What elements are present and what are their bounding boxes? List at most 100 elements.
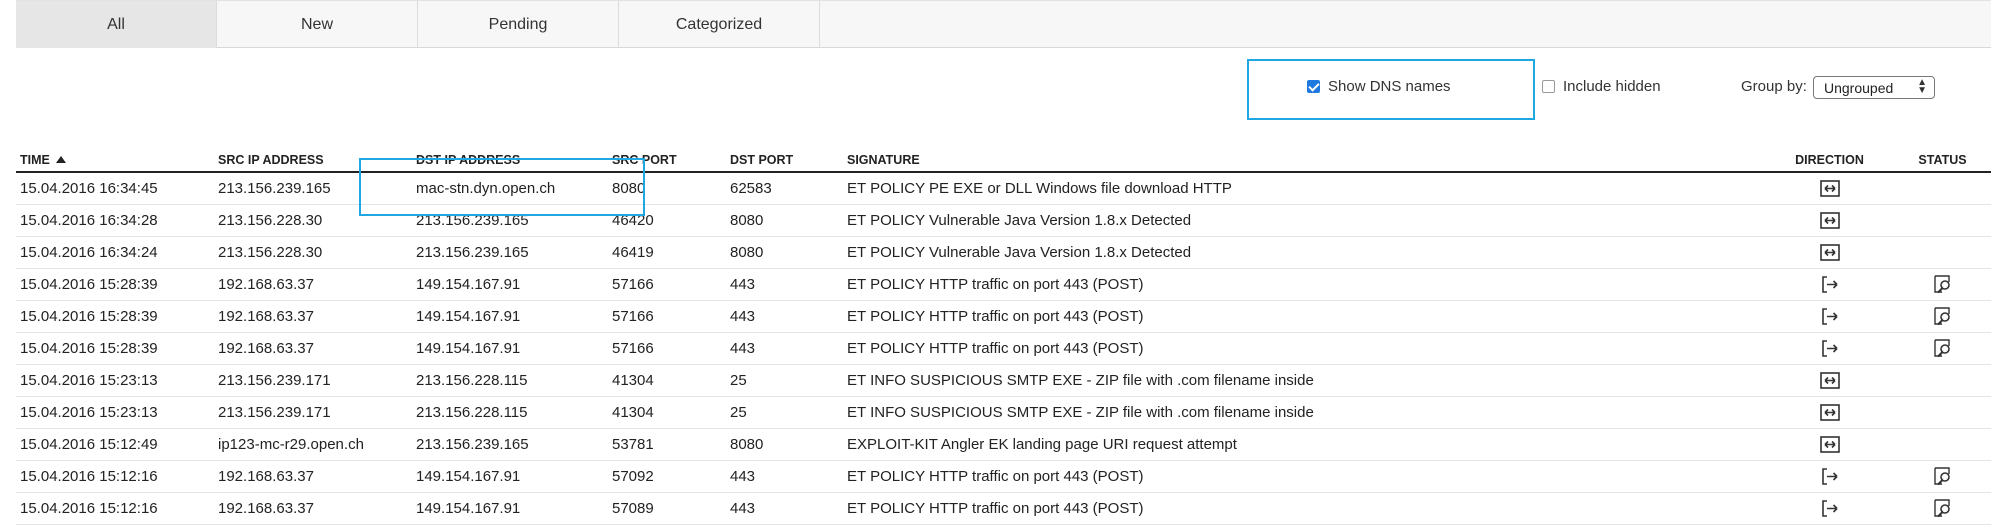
status-cell (1890, 236, 1991, 269)
column-dst-port[interactable]: DST PORT (726, 148, 843, 173)
signature-cell: ET POLICY PE EXE or DLL Windows file dow… (843, 172, 1765, 205)
src-port-cell: 57092 (608, 460, 726, 493)
status-cell (1890, 300, 1991, 333)
status-cell (1890, 460, 1991, 493)
bidirectional-arrow-icon (1819, 212, 1840, 230)
direction-cell (1765, 236, 1890, 269)
include-hidden-checkbox[interactable] (1542, 80, 1555, 93)
bidirectional-arrow-icon (1819, 436, 1840, 454)
src-port-cell: 41304 (608, 364, 726, 397)
table-row[interactable]: 15.04.2016 16:34:24 213.156.228.30 213.156… (16, 236, 1991, 269)
table-row[interactable]: 15.04.2016 15:12:16 192.168.63.37 149.154.… (16, 460, 1991, 493)
table-body: 15.04.2016 16:34:45 213.156.239.165 mac-st… (16, 172, 1991, 525)
column-direction[interactable]: DIRECTION (1765, 148, 1890, 173)
dst-ip-cell: 149.154.167.91 (412, 460, 608, 493)
column-status[interactable]: STATUS (1890, 148, 1991, 173)
direction-cell (1765, 428, 1890, 461)
direction-cell (1765, 492, 1890, 525)
direction-cell (1765, 460, 1890, 493)
tab-all[interactable]: All (16, 1, 217, 48)
status-cell (1890, 332, 1991, 365)
direction-cell (1765, 364, 1890, 397)
time-cell: 15.04.2016 15:23:13 (16, 396, 214, 429)
direction-cell (1765, 172, 1890, 205)
dst-port-cell: 443 (726, 492, 843, 525)
dst-port-cell: 8080 (726, 236, 843, 269)
table-row[interactable]: 15.04.2016 15:23:13 213.156.239.171 213.15… (16, 364, 1991, 397)
show-dns-checkbox[interactable] (1307, 80, 1320, 93)
time-cell: 15.04.2016 15:23:13 (16, 364, 214, 397)
signature-cell: ET POLICY Vulnerable Java Version 1.8.x … (843, 204, 1765, 237)
bidirectional-arrow-icon (1819, 244, 1840, 262)
outbound-arrow-icon (1820, 500, 1840, 518)
src-port-cell: 46420 (608, 204, 726, 237)
tab-pending[interactable]: Pending (418, 1, 619, 48)
dst-port-cell: 8080 (726, 204, 843, 237)
dst-port-cell: 443 (726, 460, 843, 493)
dst-ip-cell: 149.154.167.91 (412, 300, 608, 333)
src-port-cell: 57089 (608, 492, 726, 525)
src-ip-cell: 192.168.63.37 (214, 492, 412, 525)
signature-cell: ET POLICY Vulnerable Java Version 1.8.x … (843, 236, 1765, 269)
src-port-cell: 57166 (608, 332, 726, 365)
src-ip-cell: 213.156.228.30 (214, 236, 412, 269)
bidirectional-arrow-icon (1819, 372, 1840, 390)
time-cell: 15.04.2016 16:34:28 (16, 204, 214, 237)
dst-ip-cell: 213.156.239.165 (412, 204, 608, 237)
src-port-cell: 57166 (608, 300, 726, 333)
table-row[interactable]: 15.04.2016 15:12:16 192.168.63.37 149.154.… (16, 492, 1991, 525)
dst-ip-cell: 213.156.239.165 (412, 428, 608, 461)
dst-ip-cell: 149.154.167.91 (412, 268, 608, 301)
table-row[interactable]: 15.04.2016 15:12:49 ip123-mc-r29.open.ch 2… (16, 428, 1991, 461)
table-row[interactable]: 15.04.2016 16:34:45 213.156.239.165 mac-st… (16, 172, 1991, 205)
inspect-magnifier-icon[interactable] (1933, 467, 1953, 486)
inspect-magnifier-icon[interactable] (1933, 275, 1953, 294)
group-by-value: Ungrouped (1824, 79, 1894, 96)
status-cell (1890, 428, 1991, 461)
src-ip-cell: 192.168.63.37 (214, 300, 412, 333)
table-row[interactable]: 15.04.2016 16:34:28 213.156.228.30 213.156… (16, 204, 1991, 237)
table-row[interactable]: 15.04.2016 15:28:39 192.168.63.37 149.154.… (16, 332, 1991, 365)
time-cell: 15.04.2016 16:34:24 (16, 236, 214, 269)
time-cell: 15.04.2016 15:12:16 (16, 460, 214, 493)
src-port-cell: 8080 (608, 172, 726, 205)
inspect-magnifier-icon[interactable] (1933, 339, 1953, 358)
include-hidden-option[interactable]: Include hidden (1542, 78, 1661, 95)
src-ip-cell: 213.156.239.171 (214, 396, 412, 429)
column-time[interactable]: TIME (16, 148, 214, 173)
column-dst-ip[interactable]: DST IP ADDRESS (412, 148, 608, 173)
src-ip-cell: 192.168.63.37 (214, 268, 412, 301)
show-dns-label: Show DNS names (1328, 78, 1451, 95)
outbound-arrow-icon (1820, 468, 1840, 486)
signature-cell: ET INFO SUSPICIOUS SMTP EXE - ZIP file w… (843, 364, 1765, 397)
signature-cell: ET INFO SUSPICIOUS SMTP EXE - ZIP file w… (843, 396, 1765, 429)
table-row[interactable]: 15.04.2016 15:23:13 213.156.239.171 213.15… (16, 396, 1991, 429)
column-signature[interactable]: SIGNATURE (843, 148, 1765, 173)
status-cell (1890, 204, 1991, 237)
column-src-port[interactable]: SRC PORT (608, 148, 726, 173)
group-by-select[interactable]: Ungrouped ▲ ▼ (1813, 76, 1935, 99)
table-row[interactable]: 15.04.2016 15:28:39 192.168.63.37 149.154.… (16, 300, 1991, 333)
show-dns-option[interactable]: Show DNS names (1307, 78, 1451, 95)
dst-ip-cell: 149.154.167.91 (412, 492, 608, 525)
tab-bar: All New Pending Categorized (16, 0, 1991, 48)
bidirectional-arrow-icon (1819, 404, 1840, 422)
tab-new[interactable]: New (217, 1, 418, 48)
table-row[interactable]: 15.04.2016 15:28:39 192.168.63.37 149.154.… (16, 268, 1991, 301)
alerts-table: TIME SRC IP ADDRESS DST IP ADDRESS SRC P… (16, 148, 1991, 525)
signature-cell: ET POLICY HTTP traffic on port 443 (POST… (843, 332, 1765, 365)
time-cell: 15.04.2016 15:12:49 (16, 428, 214, 461)
src-ip-cell: ip123-mc-r29.open.ch (214, 428, 412, 461)
sort-ascending-icon (55, 155, 66, 163)
include-hidden-label: Include hidden (1563, 78, 1661, 95)
tab-categorized[interactable]: Categorized (619, 1, 820, 48)
dst-port-cell: 443 (726, 300, 843, 333)
column-src-ip[interactable]: SRC IP ADDRESS (214, 148, 412, 173)
src-ip-cell: 213.156.228.30 (214, 204, 412, 237)
outbound-arrow-icon (1820, 340, 1840, 358)
direction-cell (1765, 204, 1890, 237)
inspect-magnifier-icon[interactable] (1933, 499, 1953, 518)
inspect-magnifier-icon[interactable] (1933, 307, 1953, 326)
dst-port-cell: 443 (726, 332, 843, 365)
direction-cell (1765, 332, 1890, 365)
